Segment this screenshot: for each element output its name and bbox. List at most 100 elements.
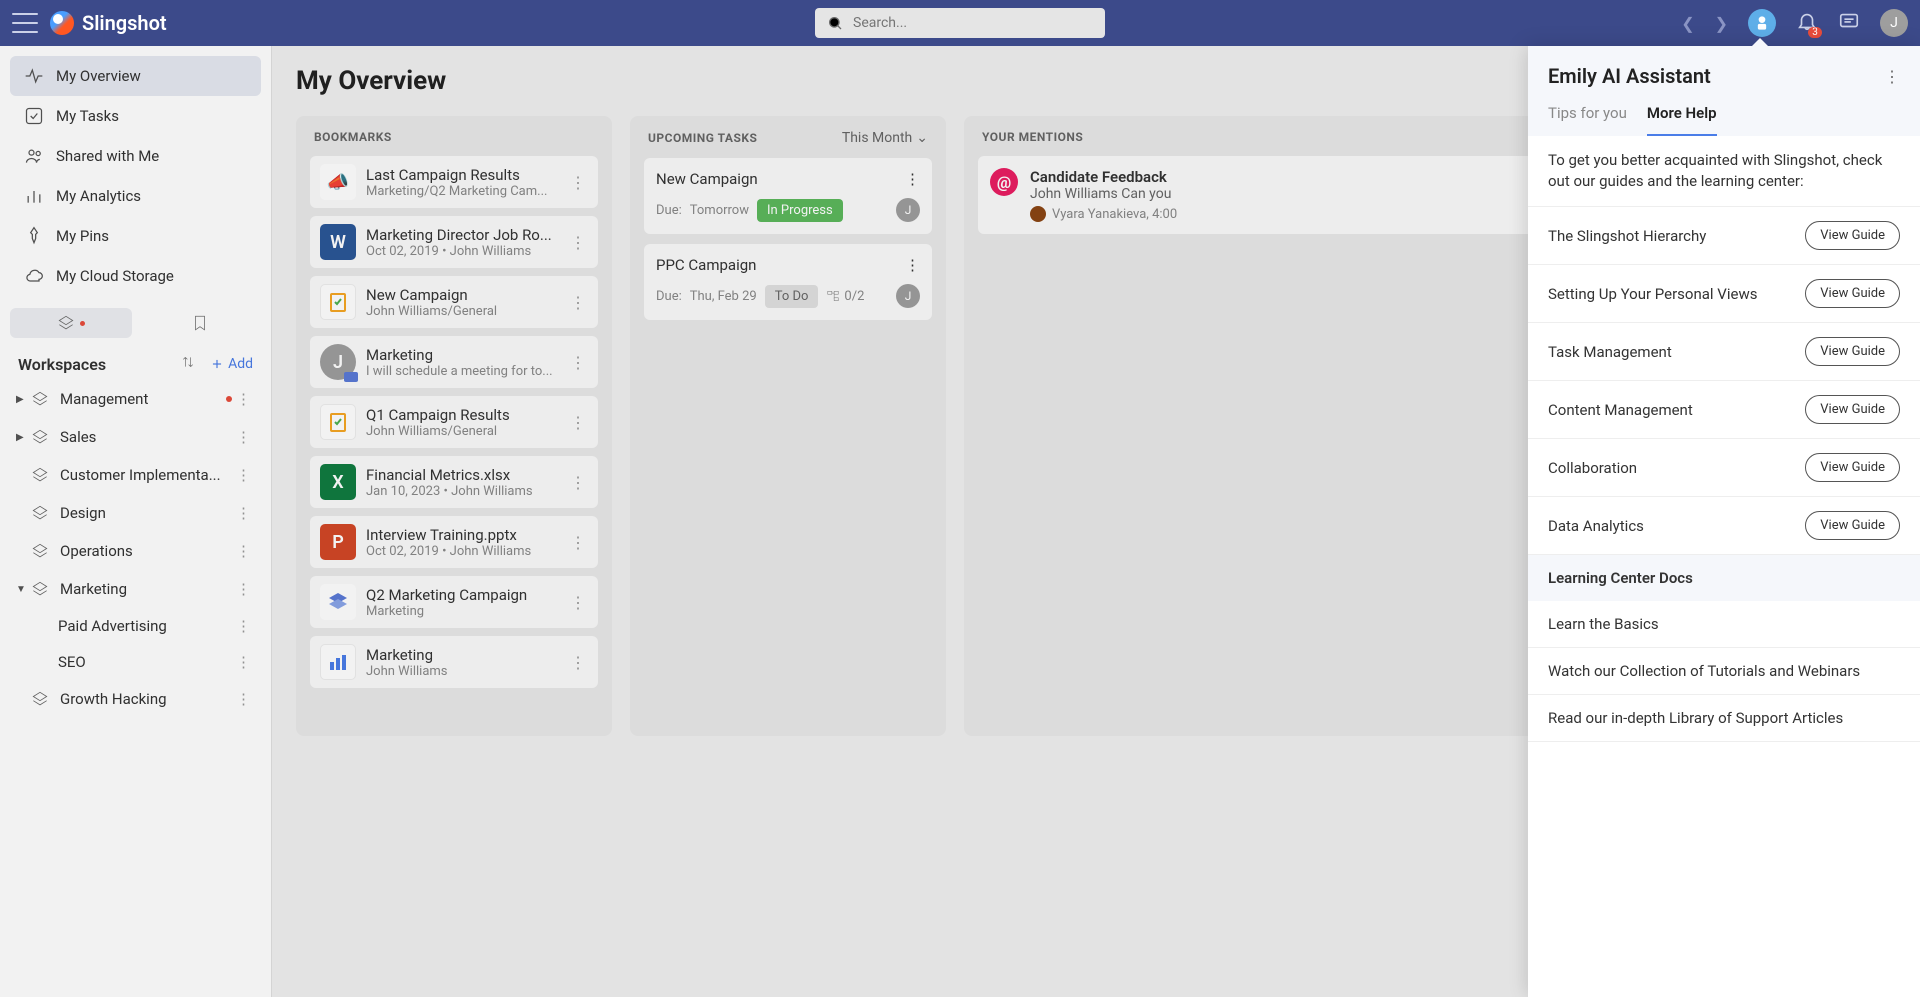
nav-analytics[interactable]: My Analytics (10, 176, 261, 216)
app-logo[interactable]: Slingshot (50, 11, 167, 35)
tab-more-help[interactable]: More Help (1647, 104, 1717, 136)
more-icon[interactable]: ⋮ (232, 653, 255, 671)
subtask-icon (826, 289, 840, 303)
bookmark-card[interactable]: X Financial Metrics.xlsxJan 10, 2023 • J… (310, 456, 598, 508)
tab-tips[interactable]: Tips for you (1548, 104, 1627, 136)
chevron-down-icon[interactable]: ▼ (16, 584, 28, 595)
workspace-marketing[interactable]: ▼ Marketing ⋮ (10, 570, 261, 608)
bookmark-card[interactable]: P Interview Training.pptxOct 02, 2019 • … (310, 516, 598, 568)
doc-link[interactable]: Read our in-depth Library of Support Art… (1528, 695, 1920, 742)
chat-icon (1838, 10, 1860, 32)
more-icon[interactable]: ⋮ (568, 413, 588, 432)
more-icon[interactable]: ⋮ (568, 353, 588, 372)
more-icon[interactable]: ⋮ (568, 173, 588, 192)
view-guide-button[interactable]: View Guide (1805, 395, 1900, 424)
nav-back-icon[interactable]: ❮ (1681, 14, 1694, 33)
view-guide-button[interactable]: View Guide (1805, 279, 1900, 308)
more-icon[interactable]: ⋮ (232, 617, 255, 635)
nav-forward-icon[interactable]: ❯ (1715, 14, 1728, 33)
activity-icon (24, 66, 44, 86)
search-box[interactable] (815, 8, 1105, 38)
more-icon[interactable]: ⋮ (232, 466, 255, 484)
workspace-operations[interactable]: ▶ Operations ⋮ (10, 532, 261, 570)
add-workspace-button[interactable]: Add (210, 356, 253, 372)
workspace-seo[interactable]: SEO ⋮ (10, 644, 261, 680)
menu-toggle-icon[interactable] (12, 13, 38, 33)
workspace-sales[interactable]: ▶ Sales ⋮ (10, 418, 261, 456)
workspace-growth[interactable]: ▶ Growth Hacking ⋮ (10, 680, 261, 718)
date-range-selector[interactable]: This Month ⌄ (842, 130, 928, 146)
workspace-label: Sales (60, 428, 232, 446)
more-icon[interactable]: ⋮ (232, 580, 255, 598)
more-icon[interactable]: ⋮ (232, 690, 255, 708)
tab-bookmarks[interactable] (140, 308, 262, 338)
chevron-down-icon: ⌄ (916, 130, 928, 146)
sort-button[interactable] (180, 354, 196, 374)
more-icon[interactable]: ⋮ (232, 390, 255, 408)
card-title: Financial Metrics.xlsx (366, 466, 558, 484)
card-title: Q2 Marketing Campaign (366, 586, 558, 604)
bookmark-card[interactable]: Q2 Marketing CampaignMarketing ⋮ (310, 576, 598, 628)
more-icon[interactable]: ⋮ (568, 293, 588, 312)
more-icon[interactable]: ⋮ (232, 542, 255, 560)
bookmark-card[interactable]: W Marketing Director Job Ro...Oct 02, 20… (310, 216, 598, 268)
stack-icon (30, 427, 50, 447)
doc-link[interactable]: Watch our Collection of Tutorials and We… (1528, 648, 1920, 695)
more-icon[interactable]: ⋮ (568, 473, 588, 492)
sidebar: My Overview My Tasks Shared with Me My A… (0, 46, 272, 997)
notifications-button[interactable]: 3 (1796, 10, 1818, 36)
guide-row: Setting Up Your Personal ViewsView Guide (1528, 265, 1920, 323)
more-icon[interactable]: ⋮ (568, 593, 588, 612)
doc-link[interactable]: Learn the Basics (1528, 601, 1920, 648)
more-icon[interactable]: ⋮ (905, 170, 920, 188)
search-input[interactable] (853, 15, 1093, 31)
bookmark-card[interactable]: Q1 Campaign ResultsJohn Williams/General… (310, 396, 598, 448)
guide-label: Collaboration (1548, 459, 1637, 477)
chevron-right-icon[interactable]: ▶ (16, 432, 28, 443)
workspace-customer[interactable]: ▶ Customer Implementa... ⋮ (10, 456, 261, 494)
user-avatar[interactable]: J (1880, 9, 1908, 37)
more-icon[interactable]: ⋮ (568, 233, 588, 252)
layers-icon (56, 313, 76, 333)
workspace-design[interactable]: ▶ Design ⋮ (10, 494, 261, 532)
workspace-paid-advertising[interactable]: Paid Advertising ⋮ (10, 608, 261, 644)
more-icon[interactable]: ⋮ (905, 256, 920, 274)
view-guide-button[interactable]: View Guide (1805, 453, 1900, 482)
chevron-right-icon[interactable]: ▶ (16, 394, 28, 405)
card-subtitle: Oct 02, 2019 • John Williams (366, 544, 558, 559)
bookmark-card[interactable]: J MarketingI will schedule a meeting for… (310, 336, 598, 388)
assistant-avatar-icon[interactable] (1748, 9, 1776, 37)
bookmark-card[interactable]: MarketingJohn Williams ⋮ (310, 636, 598, 688)
view-guide-button[interactable]: View Guide (1805, 337, 1900, 366)
nav-label: Shared with Me (56, 147, 159, 165)
chat-button[interactable] (1838, 10, 1860, 36)
task-card[interactable]: PPC Campaign⋮ Due: Thu, Feb 29 To Do 0/2… (644, 244, 932, 320)
tab-workspaces[interactable] (10, 308, 132, 338)
view-guide-button[interactable]: View Guide (1805, 511, 1900, 540)
more-icon[interactable]: ⋮ (1884, 67, 1900, 86)
guide-label: Content Management (1548, 401, 1693, 419)
card-title: Q1 Campaign Results (366, 406, 558, 424)
more-icon[interactable]: ⋮ (232, 504, 255, 522)
nav-my-tasks[interactable]: My Tasks (10, 96, 261, 136)
more-icon[interactable]: ⋮ (232, 428, 255, 446)
nav-my-overview[interactable]: My Overview (10, 56, 261, 96)
card-title: Marketing (366, 346, 558, 364)
bookmark-card[interactable]: New CampaignJohn Williams/General ⋮ (310, 276, 598, 328)
task-card[interactable]: New Campaign⋮ Due: Tomorrow In Progress … (644, 158, 932, 234)
bookmark-card[interactable]: 📣 Last Campaign ResultsMarketing/Q2 Mark… (310, 156, 598, 208)
card-subtitle: John Williams/General (366, 424, 558, 439)
nav-shared[interactable]: Shared with Me (10, 136, 261, 176)
nav-cloud[interactable]: My Cloud Storage (10, 256, 261, 296)
view-guide-button[interactable]: View Guide (1805, 221, 1900, 250)
task-title: PPC Campaign (656, 256, 756, 274)
due-value: Tomorrow (690, 203, 749, 218)
subtask-count: 0/2 (826, 289, 864, 304)
nav-pins[interactable]: My Pins (10, 216, 261, 256)
avatar-icon: J (320, 344, 356, 380)
nav-label: My Tasks (56, 107, 119, 125)
more-icon[interactable]: ⋮ (568, 653, 588, 672)
workspaces-header: Workspaces Add (10, 348, 261, 380)
workspace-management[interactable]: ▶ Management ⋮ (10, 380, 261, 418)
more-icon[interactable]: ⋮ (568, 533, 588, 552)
